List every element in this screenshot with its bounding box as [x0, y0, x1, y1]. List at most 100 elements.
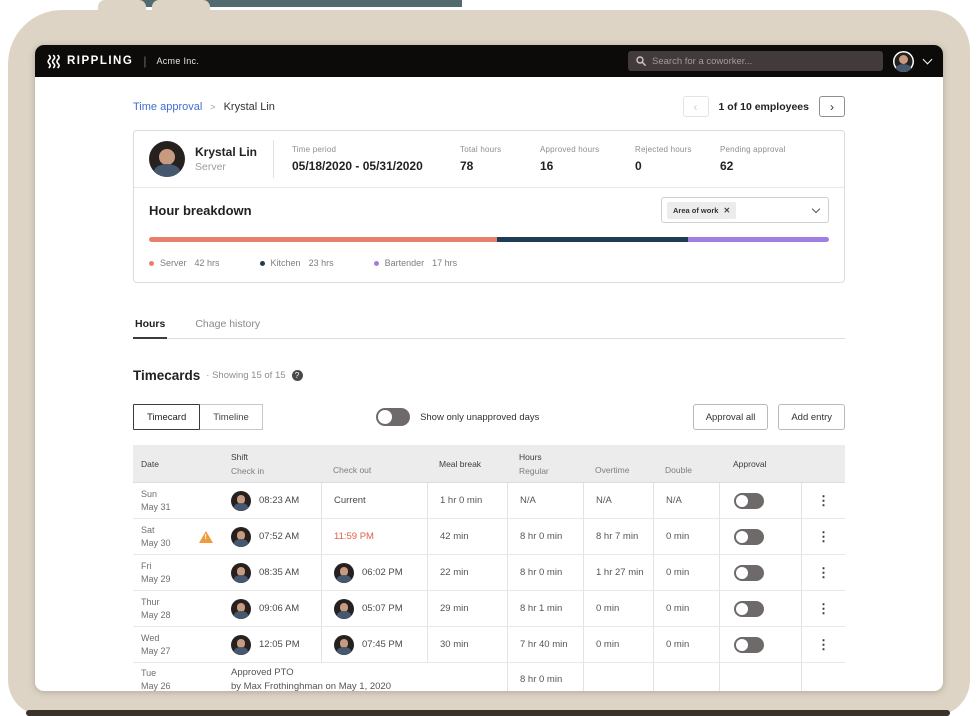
approval-toggle[interactable] — [734, 564, 764, 581]
header-date: Date — [141, 458, 159, 469]
chevron-down-icon[interactable] — [922, 54, 933, 65]
top-navbar: RIPPLING | Acme Inc. — [35, 45, 943, 77]
stat-pending-approval: Pending approval 62 — [720, 145, 786, 173]
divider — [273, 140, 274, 178]
remove-filter-icon[interactable]: ✕ — [723, 206, 730, 215]
date-cell: Fri May 29 — [141, 561, 171, 584]
double-hours-cell: 0 min — [653, 591, 719, 626]
approval-toggle[interactable] — [734, 528, 764, 545]
timecard-view-button[interactable]: Timecard — [133, 404, 201, 430]
meal-break-cell: 30 min — [427, 627, 507, 662]
approval-cell — [719, 555, 801, 590]
row-actions-cell: ⋮ — [801, 627, 845, 662]
approval-toggle[interactable] — [734, 492, 764, 509]
table-row: Thur May 28 09:06 AM 05:07 PM 29 min 8 hr… — [133, 591, 845, 627]
chevron-down-icon — [811, 204, 821, 213]
help-icon[interactable]: ? — [291, 370, 303, 381]
breadcrumb-link-time-approval[interactable]: Time approval — [133, 101, 202, 113]
bar-segment-server — [149, 237, 498, 242]
check-out-cell: Current — [321, 483, 427, 518]
table-header: Date Shift Check in Check out Meal break… — [133, 445, 845, 483]
timecards-count: · Showing 15 of 15 — [206, 370, 286, 381]
regular-hours-cell: 8 hr 0 min — [507, 663, 583, 691]
header-double: Double — [665, 465, 692, 475]
timecards-table: Date Shift Check in Check out Meal break… — [133, 445, 845, 691]
pto-cell: Approved PTO by Max Frothinghman on May … — [221, 663, 507, 691]
check-in-cell: 12:05 PM — [221, 627, 321, 662]
regular-hours-cell: 8 hr 1 min — [507, 591, 583, 626]
check-in-cell: 07:52 AM — [221, 519, 321, 554]
header-shift-checkin: Shift Check in — [231, 451, 265, 476]
row-actions-cell: ⋮ — [801, 483, 845, 518]
avatar — [334, 562, 354, 583]
check-in-cell: 09:06 AM — [221, 591, 321, 626]
header-meal-break: Meal break — [439, 458, 482, 469]
main-content: Time approval > Krystal Lin ‹ 1 of 10 em… — [133, 96, 845, 691]
timeline-view-button[interactable]: Timeline — [199, 404, 263, 430]
regular-hours-cell: 8 hr 0 min — [507, 555, 583, 590]
stat-approved-hours: Approved hours 16 — [540, 145, 600, 173]
date-cell: Wed May 27 — [141, 633, 171, 656]
date-cell: Sat May 30 — [133, 519, 221, 554]
prev-employee-button[interactable]: ‹ — [682, 96, 709, 117]
approval-cell — [719, 627, 801, 662]
employee-name: Krystal Lin — [195, 145, 258, 159]
search-input[interactable] — [652, 55, 875, 67]
employee-avatar — [149, 141, 185, 177]
overtime-cell: 8 hr 7 min — [583, 519, 653, 554]
regular-hours-cell: 7 hr 40 min — [507, 627, 583, 662]
rippling-logo-icon — [47, 54, 61, 69]
unapproved-days-toggle[interactable] — [376, 408, 411, 426]
user-avatar[interactable] — [893, 50, 914, 72]
warning-icon[interactable] — [199, 530, 213, 543]
kebab-menu-icon[interactable]: ⋮ — [817, 637, 830, 653]
overtime-cell: N/A — [583, 483, 653, 518]
overtime-cell — [583, 663, 653, 691]
stat-rejected-hours: Rejected hours 0 — [635, 145, 692, 173]
legend-item-server: Server 42 hrs — [149, 258, 220, 268]
overtime-cell: 1 hr 27 min — [583, 555, 653, 590]
header-hours-regular: Hours Regular — [519, 451, 549, 476]
breadcrumb-current: Krystal Lin — [223, 100, 275, 113]
approval-toggle[interactable] — [734, 636, 764, 653]
check-in-cell: 08:35 AM — [221, 555, 321, 590]
topbar-divider: | — [143, 54, 147, 68]
next-employee-button[interactable]: › — [819, 96, 845, 117]
employee-pager: ‹ 1 of 10 employees › — [682, 96, 845, 117]
double-hours-cell: 0 min — [653, 555, 719, 590]
kebab-menu-icon[interactable]: ⋮ — [817, 529, 830, 545]
approval-all-button[interactable]: Approval all — [692, 404, 769, 430]
legend-item-bartender: Bartender 17 hrs — [373, 258, 457, 268]
approval-cell — [719, 591, 801, 626]
kebab-menu-icon[interactable]: ⋮ — [817, 493, 830, 509]
overtime-cell: 0 min — [583, 591, 653, 626]
stat-time-period: Time period 05/18/2020 - 05/31/2020 — [292, 145, 423, 173]
table-row: Wed May 27 12:05 PM 07:45 PM 30 min 7 hr … — [133, 627, 845, 663]
divider — [134, 187, 844, 188]
double-hours-cell: 0 min — [653, 627, 719, 662]
approval-cell — [719, 519, 801, 554]
tab-hours[interactable]: Hours — [133, 318, 168, 339]
approval-toggle[interactable] — [734, 600, 764, 617]
check-out-cell: 06:02 PM — [321, 555, 427, 590]
avatar — [334, 598, 354, 619]
regular-hours-cell: N/A — [507, 483, 583, 518]
kebab-menu-icon[interactable]: ⋮ — [817, 565, 830, 581]
tab-change-history[interactable]: Chage history — [193, 318, 262, 338]
coworker-search[interactable] — [628, 51, 883, 71]
unapproved-days-toggle-label: Show only unapproved days — [420, 411, 540, 423]
add-entry-button[interactable]: Add entry — [778, 404, 845, 430]
area-of-work-dropdown[interactable]: Area of work ✕ — [661, 197, 829, 223]
kebab-menu-icon[interactable]: ⋮ — [817, 601, 830, 617]
hour-breakdown-legend: Server 42 hrs Kitchen 23 hrs Bartender 1… — [149, 258, 829, 268]
avatar — [231, 562, 251, 583]
overtime-cell: 0 min — [583, 627, 653, 662]
hour-breakdown-title: Hour breakdown — [149, 202, 252, 218]
page: RIPPLING | Acme Inc. Search for a cowork… — [0, 0, 979, 716]
pto-status: Approved PTO — [231, 667, 294, 678]
pager-label: 1 of 10 employees — [718, 100, 809, 113]
check-out-cell: 11:59 PM — [321, 519, 427, 554]
approval-cell — [719, 663, 801, 691]
table-row: Sun May 31 08:23 AM Current 1 hr 0 min N/… — [133, 483, 845, 519]
meal-break-cell: 1 hr 0 min — [427, 483, 507, 518]
